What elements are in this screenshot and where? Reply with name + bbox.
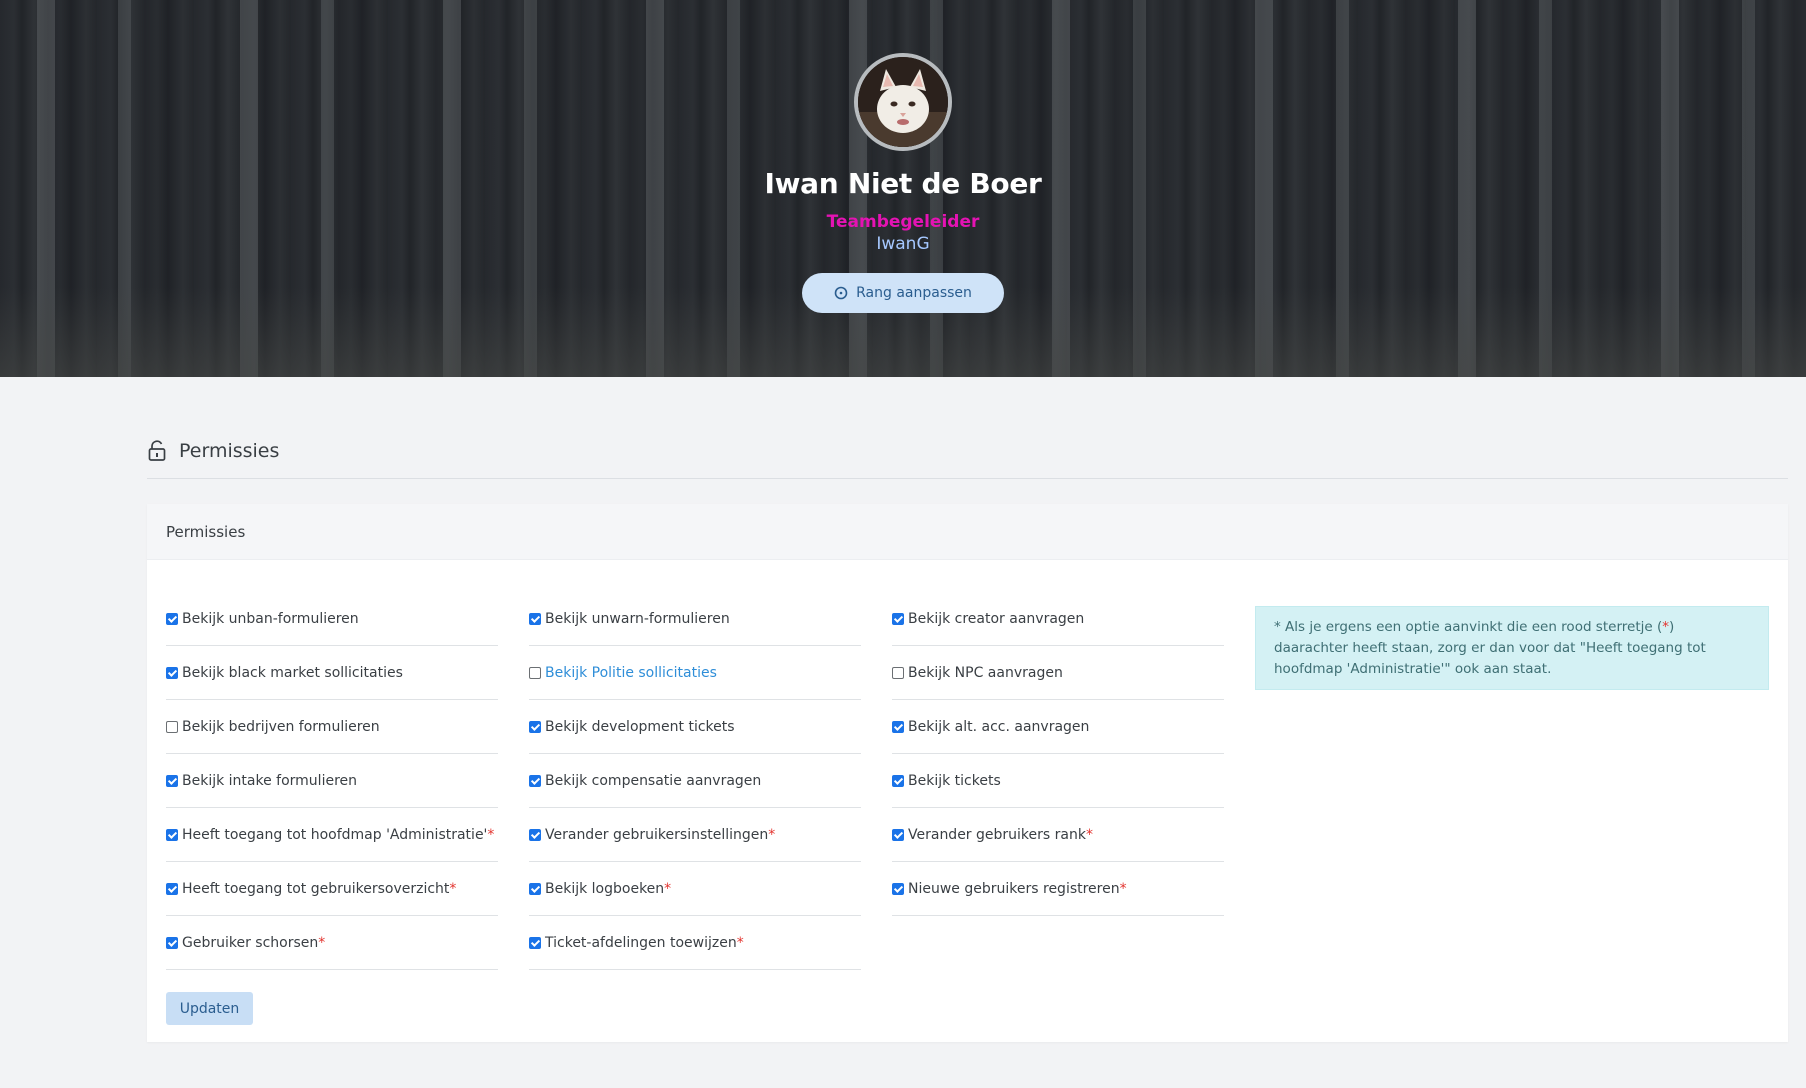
permission-label: Nieuwe gebruikers registreren xyxy=(908,880,1120,897)
checkbox-unchecked[interactable] xyxy=(892,666,904,679)
permission-item[interactable]: Bekijk alt. acc. aanvragen xyxy=(892,700,1224,754)
permission-item[interactable]: Gebruiker schorsen * xyxy=(166,916,498,970)
info-star: * xyxy=(1662,619,1669,635)
permission-label: Bekijk alt. acc. aanvragen xyxy=(908,718,1090,735)
info-text-part1: * Als je ergens een optie aanvinkt die e… xyxy=(1274,619,1663,635)
checkbox-checked[interactable] xyxy=(166,666,178,679)
checkbox-checked[interactable] xyxy=(892,774,904,787)
permissions-section-title: Permissies xyxy=(147,440,279,462)
checkbox-checked[interactable] xyxy=(892,882,904,895)
permission-item[interactable]: Bekijk bedrijven formulieren xyxy=(166,700,498,754)
permission-item[interactable]: Bekijk development tickets xyxy=(529,700,861,754)
edit-rank-label: Rang aanpassen xyxy=(856,285,972,301)
permission-label: Verander gebruikers rank xyxy=(908,826,1086,843)
permission-label: Bekijk black market sollicitaties xyxy=(182,664,403,681)
edit-rank-button[interactable]: Rang aanpassen xyxy=(802,273,1004,313)
permissions-column-1: Bekijk unban-formulieren Bekijk black mar… xyxy=(166,592,498,970)
permission-item[interactable]: Bekijk intake formulieren xyxy=(166,754,498,808)
permission-label: Ticket-afdelingen toewijzen xyxy=(545,934,737,951)
permission-label: Bekijk NPC aanvragen xyxy=(908,664,1063,681)
profile-header: Iwan Niet de Boer Teambegeleider IwanG R… xyxy=(0,53,1806,313)
permission-label: Heeft toegang tot gebruikersoverzicht xyxy=(182,880,450,897)
permission-label: Bekijk intake formulieren xyxy=(182,772,358,789)
profile-hero: Iwan Niet de Boer Teambegeleider IwanG R… xyxy=(0,0,1806,377)
permission-item[interactable]: Bekijk NPC aanvragen xyxy=(892,646,1224,700)
required-star: * xyxy=(487,826,495,843)
clock-icon xyxy=(834,286,848,300)
profile-rank: Teambegeleider xyxy=(826,212,980,232)
checkbox-unchecked[interactable] xyxy=(166,720,178,733)
checkbox-checked[interactable] xyxy=(166,774,178,787)
permission-item[interactable]: Ticket-afdelingen toewijzen * xyxy=(529,916,861,970)
permission-label: Heeft toegang tot hoofdmap 'Administrati… xyxy=(182,826,488,843)
required-star: * xyxy=(318,934,326,951)
profile-username: IwanG xyxy=(876,234,930,254)
checkbox-checked[interactable] xyxy=(892,612,904,625)
checkbox-checked[interactable] xyxy=(529,612,541,625)
permission-item[interactable]: Verander gebruikers rank * xyxy=(892,808,1224,862)
checkbox-checked[interactable] xyxy=(529,936,541,949)
required-star: * xyxy=(768,826,776,843)
avatar[interactable] xyxy=(854,53,952,151)
required-star: * xyxy=(449,880,457,897)
info-alert: * Als je ergens een optie aanvinkt die e… xyxy=(1255,606,1769,690)
permission-item[interactable]: Nieuwe gebruikers registreren * xyxy=(892,862,1224,916)
permission-label: Bekijk creator aanvragen xyxy=(908,610,1085,627)
permission-label: Bekijk logboeken xyxy=(545,880,665,897)
permission-item[interactable]: Verander gebruikersinstellingen * xyxy=(529,808,861,862)
permission-label: Bekijk unwarn-formulieren xyxy=(545,610,730,627)
permission-item[interactable]: Heeft toegang tot gebruikersoverzicht * xyxy=(166,862,498,916)
checkbox-checked[interactable] xyxy=(529,828,541,841)
checkbox-checked[interactable] xyxy=(166,882,178,895)
checkbox-checked[interactable] xyxy=(529,720,541,733)
permission-item[interactable]: Bekijk tickets xyxy=(892,754,1224,808)
checkbox-unchecked[interactable] xyxy=(529,666,541,679)
permissions-column-3: Bekijk creator aanvragen Bekijk NPC aanvr… xyxy=(892,592,1224,916)
required-star: * xyxy=(1085,826,1093,843)
required-star: * xyxy=(664,880,672,897)
lock-open-icon xyxy=(147,440,167,462)
permission-label: Bekijk development tickets xyxy=(545,718,735,735)
permission-item[interactable]: Bekijk Politie sollicitaties xyxy=(529,646,861,700)
permission-item[interactable]: Bekijk logboeken * xyxy=(529,862,861,916)
update-button[interactable]: Updaten xyxy=(166,992,253,1025)
permission-label: Bekijk bedrijven formulieren xyxy=(182,718,380,735)
permission-label: Bekijk Politie sollicitaties xyxy=(545,664,717,681)
permission-item[interactable]: Bekijk unban-formulieren xyxy=(166,592,498,646)
permission-label: Bekijk unban-formulieren xyxy=(182,610,359,627)
checkbox-checked[interactable] xyxy=(166,828,178,841)
profile-name: Iwan Niet de Boer xyxy=(764,167,1042,200)
permission-item[interactable]: Bekijk compensatie aanvragen xyxy=(529,754,861,808)
permission-label: Bekijk tickets xyxy=(908,772,1001,789)
checkbox-checked[interactable] xyxy=(892,720,904,733)
checkbox-checked[interactable] xyxy=(892,828,904,841)
permissions-card: Permissies Bekijk unban-formulieren Bekij… xyxy=(147,504,1788,1042)
permission-item[interactable]: Bekijk black market sollicitaties xyxy=(166,646,498,700)
section-divider xyxy=(147,478,1788,479)
permission-label: Gebruiker schorsen xyxy=(182,934,319,951)
checkbox-checked[interactable] xyxy=(529,882,541,895)
permissions-column-2: Bekijk unwarn-formulieren Bekijk Politie … xyxy=(529,592,861,970)
checkbox-checked[interactable] xyxy=(529,774,541,787)
permission-item[interactable]: Heeft toegang tot hoofdmap 'Administrati… xyxy=(166,808,498,862)
section-title-text: Permissies xyxy=(179,440,280,462)
cat-avatar-image xyxy=(858,57,948,147)
required-star: * xyxy=(736,934,744,951)
checkbox-checked[interactable] xyxy=(166,612,178,625)
permission-label: Bekijk compensatie aanvragen xyxy=(545,772,762,789)
permission-item[interactable]: Bekijk unwarn-formulieren xyxy=(529,592,861,646)
permission-label: Verander gebruikersinstellingen xyxy=(545,826,769,843)
checkbox-checked[interactable] xyxy=(166,936,178,949)
permission-item[interactable]: Bekijk creator aanvragen xyxy=(892,592,1224,646)
card-header: Permissies xyxy=(147,504,1788,560)
required-star: * xyxy=(1119,880,1127,897)
